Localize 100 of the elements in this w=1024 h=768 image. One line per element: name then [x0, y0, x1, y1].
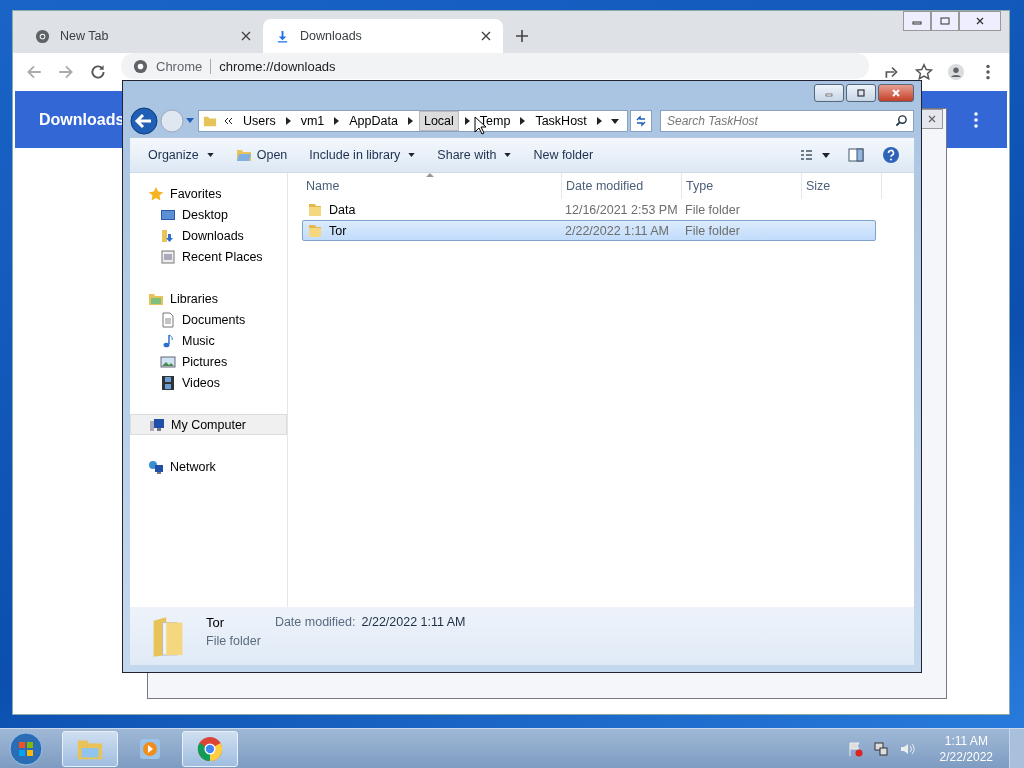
- breadcrumb-item[interactable]: vm1: [296, 112, 329, 130]
- clock-time: 1:11 AM: [944, 733, 988, 748]
- field-label: Date modified:: [274, 615, 356, 629]
- item-type: File folder: [206, 634, 261, 648]
- toolbar-button[interactable]: Open: [227, 144, 296, 166]
- list-view-icon: [800, 149, 830, 161]
- breadcrumb-item[interactable]: Local: [418, 111, 459, 131]
- table-cell-text: File folder: [684, 202, 741, 217]
- flag-icon[interactable]: [846, 740, 863, 757]
- page-title: Downloads: [39, 110, 125, 129]
- field-value: 2/22/2022 1:11 AM: [361, 615, 466, 629]
- nav-item[interactable]: Desktop: [130, 204, 287, 225]
- arrow-icon[interactable]: [464, 117, 470, 125]
- nav-item[interactable]: Libraries: [130, 288, 287, 309]
- caret-icon: [408, 153, 416, 157]
- taskbar-button[interactable]: [182, 730, 238, 767]
- close-button[interactable]: [921, 109, 943, 129]
- toolbar-button[interactable]: Include in library: [301, 145, 424, 165]
- toolbar-button[interactable]: Share with: [429, 145, 520, 165]
- caret-icon: [206, 153, 214, 157]
- network-icon[interactable]: [872, 740, 889, 757]
- nav-item[interactable]: Music: [130, 330, 287, 351]
- folder-icon: [307, 222, 323, 239]
- double-chevron-icon: [223, 117, 233, 125]
- nav-item[interactable]: Documents: [130, 309, 287, 330]
- arrow-icon[interactable]: [520, 117, 526, 125]
- column-header[interactable]: Date modified: [562, 173, 682, 199]
- tab-title: New Tab: [60, 29, 110, 43]
- film-icon: [160, 374, 176, 391]
- folder-icon: [235, 147, 252, 163]
- table-cell-text: 2/22/2022 1:11 AM: [564, 223, 671, 238]
- tab-title: Downloads: [300, 29, 363, 43]
- maximize-button[interactable]: [931, 11, 959, 31]
- network-icon: [148, 458, 164, 475]
- window-icon: [160, 248, 176, 265]
- close-icon: [891, 88, 901, 98]
- breadcrumb-item[interactable]: TaskHost: [531, 112, 591, 130]
- file-row[interactable]: Data 12/16/2021 2:53 PM File folder: [302, 199, 876, 220]
- arrow-icon[interactable]: [407, 117, 413, 125]
- search-icon: [895, 114, 908, 127]
- download-icon: [275, 28, 290, 44]
- table-cell-text: 12/16/2021 2:53 PM: [564, 202, 679, 217]
- refresh-button[interactable]: [630, 110, 652, 132]
- folder-icon: [203, 114, 217, 128]
- nav-item[interactable]: Downloads: [130, 225, 287, 246]
- close-icon: [975, 16, 985, 26]
- start-button[interactable]: [8, 730, 44, 767]
- nav-item[interactable]: Favorites: [130, 183, 287, 204]
- caret-icon: [504, 153, 512, 157]
- address-bar[interactable]: Users vm1 AppData Local Temp TaskHost: [198, 110, 628, 132]
- reload-icon[interactable]: [89, 63, 107, 81]
- arrow-icon[interactable]: [596, 117, 602, 125]
- profile-icon[interactable]: [947, 63, 965, 81]
- clock-date: 2/22/2022: [939, 749, 993, 764]
- menu-icon[interactable]: [973, 110, 979, 129]
- site-label: Chrome: [156, 58, 212, 74]
- preview-pane-icon[interactable]: [848, 148, 864, 162]
- help-icon[interactable]: [882, 146, 900, 164]
- close-icon[interactable]: [481, 31, 491, 41]
- dropdown-icon[interactable]: [611, 118, 619, 124]
- new-tab-icon[interactable]: [515, 29, 529, 43]
- breadcrumb-item[interactable]: Users: [239, 112, 280, 130]
- nav-item[interactable]: Pictures: [130, 351, 287, 372]
- toolbar-button[interactable]: Organize: [140, 145, 222, 165]
- folder-icon: [307, 201, 323, 218]
- back-button[interactable]: [130, 107, 158, 135]
- item-name: Tor: [206, 615, 226, 630]
- nav-item[interactable]: Network: [130, 456, 287, 477]
- arrow-icon[interactable]: [334, 117, 340, 125]
- minimize-button[interactable]: [814, 84, 844, 102]
- search-field[interactable]: Search TaskHost: [660, 110, 914, 132]
- file-row[interactable]: Tor 2/22/2022 1:11 AM File folder: [302, 220, 876, 241]
- close-icon[interactable]: [241, 31, 251, 41]
- close-icon: [927, 114, 937, 124]
- address-bar[interactable]: Chrome chrome://downloads: [121, 53, 869, 79]
- file-name: Tor: [329, 223, 347, 238]
- maximize-button[interactable]: [846, 84, 876, 102]
- sort-arrow-icon: [426, 173, 434, 177]
- toolbar-button[interactable]: New folder: [525, 145, 602, 165]
- column-header[interactable]: Size: [802, 173, 882, 199]
- picture-icon: [160, 353, 176, 370]
- star-icon[interactable]: [915, 63, 933, 81]
- caret-icon[interactable]: [186, 118, 194, 124]
- arrow-icon[interactable]: [285, 117, 291, 125]
- refresh-icon: [634, 114, 648, 128]
- computer-icon: [149, 416, 165, 433]
- nav-item[interactable]: My Computer: [130, 414, 287, 435]
- browser-tab[interactable]: Downloads: [263, 19, 503, 53]
- breadcrumb-item[interactable]: AppData: [345, 112, 402, 130]
- star-icon: [148, 185, 164, 202]
- maximize-icon: [940, 16, 950, 26]
- nav-item[interactable]: Videos: [130, 372, 287, 393]
- column-header[interactable]: Type: [682, 173, 802, 199]
- url-text: chrome://downloads: [219, 58, 336, 74]
- minimize-button[interactable]: [903, 11, 931, 31]
- browser-tab[interactable]: New Tab: [23, 19, 263, 53]
- view-button[interactable]: [800, 149, 830, 161]
- folder-icon: [160, 227, 176, 244]
- file-name: Data: [329, 202, 356, 217]
- nav-item[interactable]: Recent Places: [130, 246, 287, 267]
